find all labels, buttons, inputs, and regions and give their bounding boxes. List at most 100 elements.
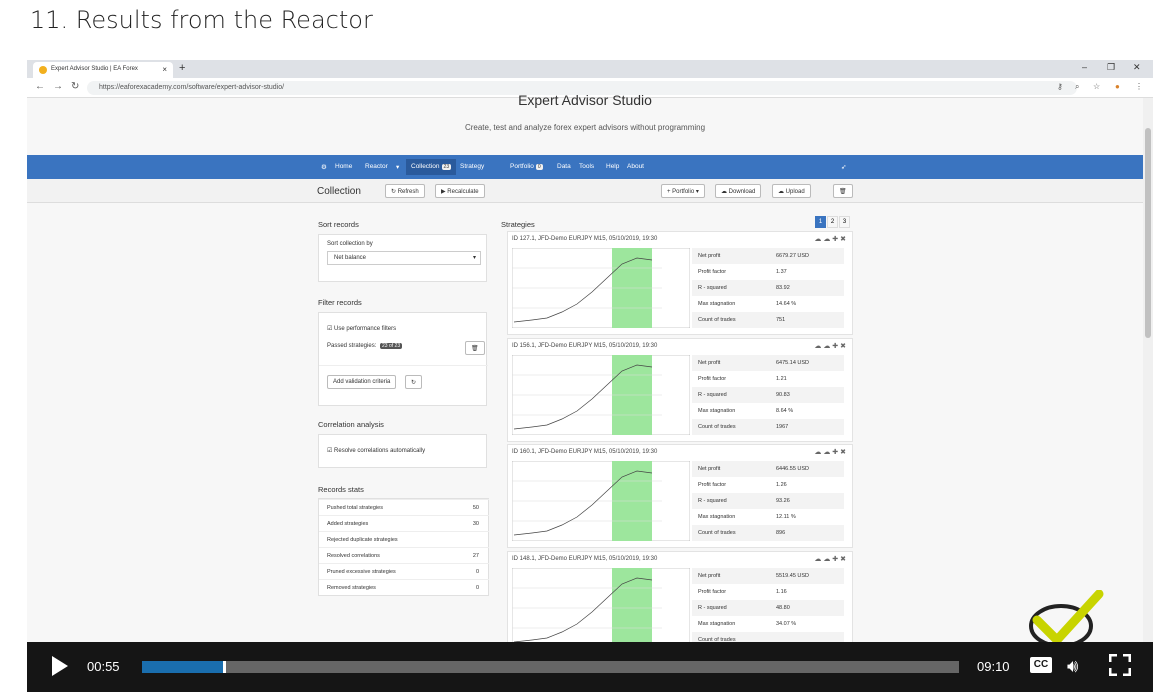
metric-row: Profit factor 1.21 [692, 371, 844, 387]
nav-data[interactable]: Data [557, 163, 571, 170]
pin-icon[interactable]: ➶ [841, 163, 846, 171]
metric-row: Net profit 6475.14 USD [692, 355, 844, 371]
stat-label: Pushed total strategies [327, 505, 383, 511]
download-button[interactable]: ☁ Download [715, 184, 762, 198]
stat-value: 30 [472, 521, 479, 527]
progress-handle[interactable] [222, 661, 226, 673]
play-icon[interactable] [52, 656, 68, 676]
zoom-icon[interactable]: ⌕ [1075, 82, 1079, 92]
stat-value: 27 [472, 553, 479, 559]
tab-title: Expert Advisor Studio | EA Forex [51, 66, 138, 72]
delete-filter-icon[interactable]: 🗑 [465, 341, 485, 355]
page-scrollbar[interactable] [1143, 98, 1153, 692]
upload-button[interactable]: ☁ Upload [772, 184, 811, 198]
card-actions[interactable]: ☁ ☁ ✚ ✖ [814, 235, 846, 243]
nav-portfolio-label: Portfolio [510, 163, 534, 170]
trash-icon[interactable]: 🗑 [833, 184, 853, 198]
progress-track[interactable] [142, 661, 959, 673]
video-player[interactable]: Expert Advisor Studio | EA Forex × + – ❐… [27, 60, 1153, 692]
nav-portfolio[interactable]: Portfolio 0 [510, 163, 543, 170]
page-2-button[interactable]: 2 [827, 216, 838, 228]
sort-select[interactable]: Net balance ▾ [327, 251, 481, 265]
menu-icon[interactable]: ⋮ [1135, 82, 1143, 91]
stat-value: 0 [475, 569, 479, 575]
back-icon[interactable]: ← [35, 81, 45, 92]
stat-label: Resolved correlations [327, 553, 380, 559]
card-actions[interactable]: ☁ ☁ ✚ ✖ [814, 555, 846, 563]
metric-row: Max stagnation 12.11 % [692, 509, 844, 525]
browser-tab[interactable]: Expert Advisor Studio | EA Forex × [33, 62, 173, 78]
metric-row: Max stagnation 14.64 % [692, 296, 844, 312]
volume-icon[interactable]: 🔊︎ [1067, 656, 1078, 677]
sort-by-label: Sort collection by [327, 241, 373, 247]
nav-collection[interactable]: Collection 23 [406, 159, 457, 175]
metric-value: 1.37 [776, 269, 787, 275]
passed-strategies: Passed strategies: 23 of 23 [327, 343, 403, 349]
resolve-corr-checkbox[interactable]: ☑ Resolve correlations automatically [327, 447, 425, 454]
strategy-header: ID 160.1, JFD-Demo EURJPY M15, 05/10/201… [512, 449, 658, 455]
app-title: Expert Advisor Studio [518, 92, 652, 108]
minimize-icon[interactable]: – [1082, 62, 1087, 72]
nav-about[interactable]: About [627, 163, 644, 170]
metric-label: Max stagnation [698, 621, 736, 627]
stat-label: Rejected duplicate strategies [327, 537, 398, 543]
metric-value: 12.11 % [776, 514, 796, 520]
new-tab-button[interactable]: + [179, 62, 185, 74]
strategy-card[interactable]: ID 127.1, JFD-Demo EURJPY M15, 05/10/201… [507, 231, 853, 335]
collection-toolbar: Collection ↻ Refresh ▶ Recalculate + Por… [27, 179, 1143, 203]
use-filters-label: Use performance filters [334, 326, 397, 332]
favicon-icon [39, 66, 47, 74]
close-window-icon[interactable]: ✕ [1133, 62, 1141, 73]
metric-value: 1.16 [776, 589, 787, 595]
strategy-card[interactable]: ID 160.1, JFD-Demo EURJPY M15, 05/10/201… [507, 444, 853, 548]
profile-icon[interactable]: ● [1115, 82, 1120, 91]
metric-label: R - squared [698, 285, 727, 291]
metric-value: 751 [776, 317, 786, 323]
metric-value: 6679.27 USD [776, 253, 810, 259]
key-icon[interactable]: ⚷ [1057, 82, 1063, 91]
nav-home[interactable]: Home [335, 163, 352, 170]
strategy-header: ID 127.1, JFD-Demo EURJPY M15, 05/10/201… [512, 236, 658, 242]
stat-label: Pruned excessive strategies [327, 569, 396, 575]
nav-reactor[interactable]: Reactor [365, 163, 388, 170]
nav-tools[interactable]: Tools [579, 163, 594, 170]
refresh-validation-icon[interactable]: ↻ [405, 375, 423, 389]
star-icon[interactable]: ☆ [1093, 82, 1100, 91]
strategy-card[interactable]: ID 156.1, JFD-Demo EURJPY M15, 05/10/201… [507, 338, 853, 442]
stat-row: Pruned excessive strategies 0 [319, 563, 489, 579]
metric-row: R - squared 48.80 [692, 600, 844, 616]
home-icon[interactable]: ⚙ [321, 163, 327, 171]
use-filters-checkbox[interactable]: ☑ Use performance filters [327, 325, 396, 332]
metric-row: R - squared 93.26 [692, 493, 844, 509]
metric-value: 6475.14 USD [776, 360, 810, 366]
metric-label: Count of trades [698, 530, 736, 536]
nav-help[interactable]: Help [606, 163, 619, 170]
download-label: Download [728, 189, 756, 195]
restore-icon[interactable]: ❐ [1107, 62, 1115, 73]
scrollbar-thumb[interactable] [1145, 128, 1151, 338]
portfolio-label: Portfolio [672, 189, 695, 195]
card-actions[interactable]: ☁ ☁ ✚ ✖ [814, 342, 846, 350]
metric-row: Count of trades 896 [692, 525, 844, 541]
card-actions[interactable]: ☁ ☁ ✚ ✖ [814, 448, 846, 456]
metric-row: R - squared 83.92 [692, 280, 844, 296]
forward-icon[interactable]: → [53, 81, 63, 92]
stat-label: Removed strategies [327, 585, 376, 591]
portfolio-button[interactable]: + Portfolio ▾ [661, 184, 705, 198]
strategy-card[interactable]: ID 148.1, JFD-Demo EURJPY M15, 05/10/201… [507, 551, 853, 655]
balance-chart [512, 568, 690, 648]
close-tab-icon[interactable]: × [162, 65, 167, 74]
recalculate-button[interactable]: ▶ Recalculate [435, 184, 485, 198]
page-1-button[interactable]: 1 [815, 216, 826, 228]
web-page: Expert Advisor Studio Create, test and a… [27, 92, 1143, 692]
fullscreen-icon[interactable] [1109, 654, 1131, 676]
page-3-button[interactable]: 3 [839, 216, 850, 228]
filter-records-title: Filter records [318, 298, 362, 307]
reload-icon[interactable]: ↻ [71, 81, 79, 92]
correlation-panel: ☑ Resolve correlations automatically [318, 434, 487, 468]
nav-strategy[interactable]: Strategy [460, 163, 484, 170]
refresh-button[interactable]: ↻ Refresh [385, 184, 425, 198]
stat-value: 0 [475, 585, 479, 591]
captions-button[interactable]: CC [1030, 657, 1052, 673]
add-validation-button[interactable]: Add validation criteria [327, 375, 397, 389]
